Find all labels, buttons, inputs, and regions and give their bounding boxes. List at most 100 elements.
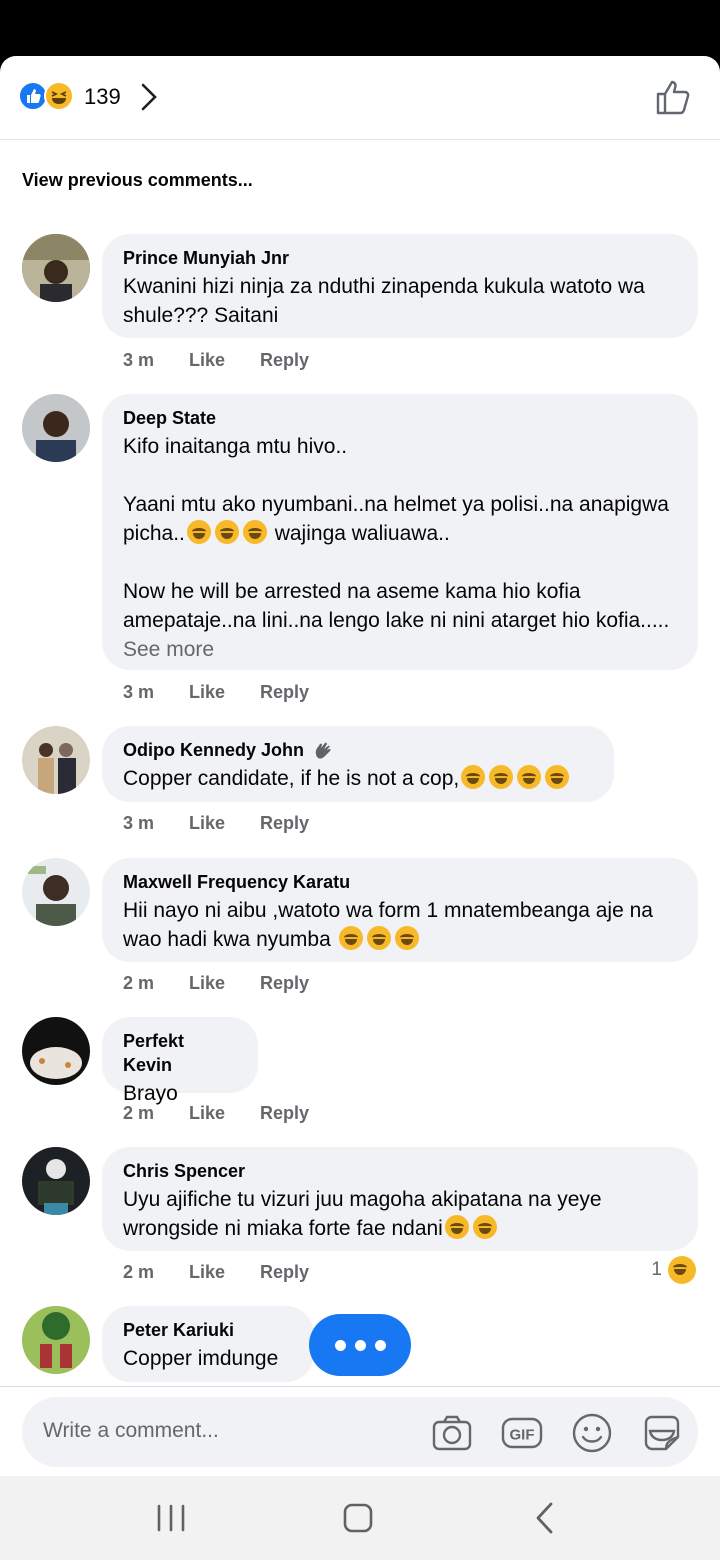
dot (334, 1339, 346, 1351)
comment-author[interactable]: Chris Spencer (123, 1159, 677, 1183)
haha-reaction-icon (44, 81, 74, 111)
comment-text: Yaani mtu ako nyumbani..na helmet ya pol… (123, 490, 677, 548)
comment-bubble[interactable]: Prince Munyiah Jnr Kwanini hizi ninja za… (102, 234, 698, 338)
comment-actions: 3 m Like Reply (123, 350, 309, 371)
comment-author[interactable]: Deep State (123, 406, 677, 430)
like-button[interactable]: Like (189, 813, 260, 834)
system-navigation-bar (0, 1476, 720, 1560)
comment-bubble[interactable]: Peter Kariuki Copper imdunge (102, 1306, 314, 1382)
haha-reaction-icon (668, 1256, 696, 1284)
camera-icon[interactable] (430, 1411, 474, 1455)
comments-sheet: 139 View previous comments... Prince Mun… (0, 56, 720, 1476)
comment-time: 3 m (123, 682, 155, 702)
comment-author[interactable]: Odipo Kennedy John (123, 738, 304, 762)
avatar[interactable] (22, 394, 90, 462)
comment-actions: 2 m Like Reply (123, 1262, 309, 1283)
chevron-right-icon[interactable] (138, 82, 160, 112)
comment-text: Hii nayo ni aibu ,watoto wa form 1 mnate… (123, 896, 677, 954)
more-options-button[interactable] (309, 1314, 411, 1376)
comment-bubble[interactable]: Maxwell Frequency Karatu Hii nayo ni aib… (102, 858, 698, 962)
status-bar (0, 0, 720, 56)
comment-time: 2 m (123, 1262, 155, 1282)
comment-composer-area: Write a comment... GIF (0, 1386, 720, 1476)
laughing-emoji-icon (444, 1215, 469, 1239)
back-icon[interactable] (526, 1498, 566, 1538)
comment-time: 3 m (123, 813, 155, 833)
reply-button[interactable]: Reply (260, 813, 309, 834)
recent-apps-icon[interactable] (151, 1498, 191, 1538)
comment-reaction-badge[interactable]: 1 (651, 1256, 698, 1284)
reply-button[interactable]: Reply (260, 682, 309, 703)
comment-input[interactable]: Write a comment... GIF (22, 1397, 698, 1467)
comment-text: Copper imdunge (123, 1347, 279, 1370)
like-button[interactable]: Like (189, 350, 260, 371)
emoji-icon[interactable] (570, 1411, 614, 1455)
reply-button[interactable]: Reply (260, 1262, 309, 1283)
reply-button[interactable]: Reply (260, 973, 309, 994)
comment-text-line: Now he will be arrested na aseme kama hi… (123, 580, 670, 632)
dot (354, 1339, 366, 1351)
laughing-emoji-icon (338, 926, 363, 950)
comment-time: 2 m (123, 973, 155, 993)
avatar[interactable] (22, 858, 90, 926)
comment-text-line: Uyu ajifiche tu vizuri juu magoha akipat… (123, 1188, 608, 1240)
comment-time: 2 m (123, 1103, 155, 1123)
comment-bubble[interactable]: Perfekt Kevin Brayo (102, 1017, 258, 1105)
comment-bubble[interactable]: Deep State Kifo inaitanga mtu hivo.. Yaa… (102, 394, 698, 670)
avatar[interactable] (22, 1147, 90, 1215)
reply-button[interactable]: Reply (260, 350, 309, 371)
avatar[interactable] (22, 1017, 90, 1085)
comment-author[interactable]: Peter Kariuki (123, 1318, 293, 1342)
laughing-emoji-icon (472, 1215, 497, 1239)
comment-text-line: Copper candidate, if he is not a cop, (123, 767, 460, 790)
avatar[interactable] (22, 726, 90, 794)
like-button[interactable]: Like (189, 1262, 260, 1283)
laughing-emoji-icon (489, 765, 514, 789)
comment-text: Uyu ajifiche tu vizuri juu magoha akipat… (123, 1185, 677, 1243)
avatar[interactable] (22, 1306, 90, 1374)
like-outline-icon[interactable] (652, 76, 694, 118)
svg-text:GIF: GIF (510, 1427, 535, 1444)
comment-bubble[interactable]: Chris Spencer Uyu ajifiche tu vizuri juu… (102, 1147, 698, 1251)
comment-text-line: Hii nayo ni aibu ,watoto wa form 1 mnate… (123, 899, 659, 951)
comment-input-placeholder: Write a comment... (43, 1419, 219, 1442)
comment-text: Now he will be arrested na aseme kama hi… (123, 577, 677, 664)
comment-author-row[interactable]: Odipo Kennedy John (123, 738, 593, 762)
comment-time: 3 m (123, 350, 155, 370)
like-button[interactable]: Like (189, 973, 260, 994)
comment-text-line: Kifo inaitanga mtu hivo.. (123, 435, 348, 458)
like-button[interactable]: Like (189, 1103, 260, 1124)
like-button[interactable]: Like (189, 682, 260, 703)
reaction-icons (18, 81, 88, 113)
laughing-emoji-icon (242, 520, 267, 544)
home-icon[interactable] (338, 1498, 378, 1538)
comment-text: Copper candidate, if he is not a cop, (123, 764, 593, 793)
laughing-emoji-icon (394, 926, 419, 950)
view-previous-comments-link[interactable]: View previous comments... (22, 170, 253, 191)
comment-reaction-count: 1 (651, 1259, 662, 1280)
avatar[interactable] (22, 234, 90, 302)
comment-author[interactable]: Maxwell Frequency Karatu (123, 870, 677, 894)
reactions-header[interactable]: 139 (0, 56, 720, 140)
comment-actions: 3 m Like Reply (123, 682, 309, 703)
smiling-emoji-icon (517, 765, 542, 789)
reaction-count[interactable]: 139 (84, 84, 121, 110)
reply-button[interactable]: Reply (260, 1103, 309, 1124)
dot (374, 1339, 386, 1351)
comment-actions: 3 m Like Reply (123, 813, 309, 834)
comment-bubble[interactable]: Odipo Kennedy John Copper candidate, if … (102, 726, 614, 802)
comment-author[interactable]: Prince Munyiah Jnr (123, 246, 677, 270)
comment-author[interactable]: Perfekt Kevin (123, 1029, 237, 1077)
comment-text-line: wajinga waliuawa.. (268, 522, 450, 545)
sticker-icon[interactable] (640, 1411, 684, 1455)
grinning-emoji-icon (461, 765, 486, 789)
comment-text: Kifo inaitanga mtu hivo.. (123, 432, 677, 461)
gif-icon[interactable]: GIF (500, 1411, 544, 1455)
laughing-emoji-icon (366, 926, 391, 950)
comment-text: Kwanini hizi ninja za nduthi zinapenda k… (123, 275, 651, 327)
laughing-emoji-icon (186, 520, 211, 544)
comment-actions: 2 m Like Reply (123, 1103, 309, 1124)
waving-hand-icon (315, 742, 331, 759)
laughing-emoji-icon (545, 765, 570, 789)
laughing-emoji-icon (214, 520, 239, 544)
